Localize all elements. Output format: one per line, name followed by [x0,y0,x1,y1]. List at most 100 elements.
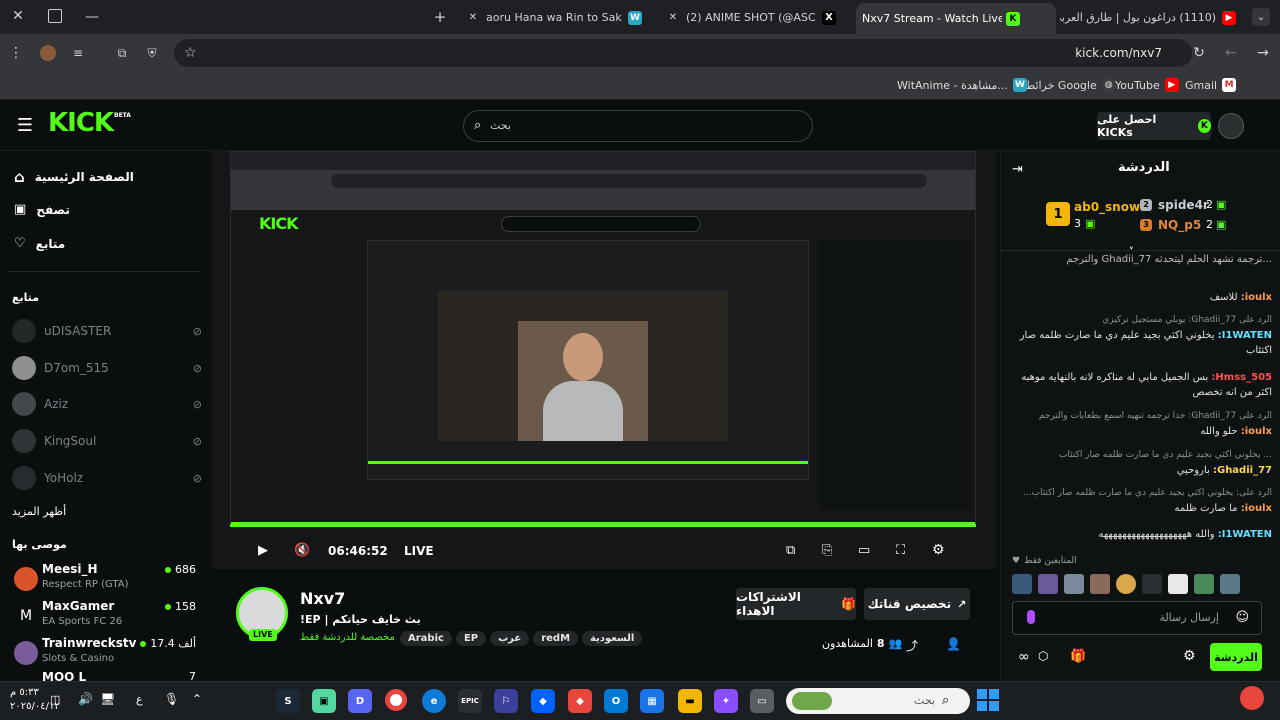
bookmark-witanime[interactable]: WitAnime - مشاهدة... W [897,76,1027,94]
follow-user-icon[interactable]: 👤 [946,637,961,651]
nav-browse[interactable]: ▣ تصفح [14,202,70,217]
steam-app-icon[interactable]: S [276,689,300,713]
chat-settings-icon[interactable]: ⚙ [1183,648,1196,664]
customize-channel-button[interactable]: تخصيص قناتك ↗ [864,588,970,620]
stream-category[interactable]: مخصصة للدردشة فقط [300,632,395,643]
emote-icon[interactable] [1168,574,1188,594]
kick-logo[interactable]: KICK BETA [48,108,131,138]
leaderboard-name[interactable]: ab0_snow [1074,200,1140,214]
microphone-tray-icon[interactable]: 🎙 [164,692,179,706]
app-icon[interactable]: ▣ [312,689,336,713]
settings-gear-icon[interactable]: ⚙ [932,542,945,558]
followed-channel[interactable]: D7om_515 ⊘ [12,354,202,382]
tab-kaoru-hana[interactable]: ✕ aoru Hana wa Rin to Saku انمي W [460,5,654,30]
tab-anime-shot[interactable]: ✕ (2) ANIME SHOT (@ASCom0) / X X [660,5,850,30]
tag[interactable]: السعودية [582,631,643,646]
emote-icon[interactable] [1220,574,1240,594]
chat-username[interactable]: I1WATEN: [1218,330,1272,341]
edge-app-icon[interactable]: e [422,689,446,713]
shield-extension-icon[interactable]: ⛨ [144,45,160,61]
tag[interactable]: Arabic [400,631,452,646]
app-icon[interactable]: ▭ [750,689,774,713]
close-tab-icon[interactable]: ✕ [666,12,680,23]
pip-icon[interactable]: ⧉ [786,543,795,558]
gift-box-icon[interactable]: 🎁 [1070,649,1086,664]
tab-dragonball[interactable]: ▶ (1110) دراغون بول | طارق العربي [1060,5,1242,30]
discord-app-icon[interactable]: D [348,689,372,713]
file-explorer-icon[interactable]: ▬ [678,689,702,713]
chat-username[interactable]: I1WATEN: [1218,529,1272,540]
video-player[interactable]: KICK ▶ 🔇 06:46:52 LIVE ⧉ ⎘ ▭ ⛶ ⚙ [212,151,996,569]
profile-avatar[interactable] [40,45,56,61]
app-icon[interactable]: ◆ [568,689,592,713]
send-chat-button[interactable]: الدردشة [1210,643,1262,671]
recommended-channel[interactable]: MOO L 7 [12,669,202,681]
followed-channel[interactable]: Aziz ⊘ [12,390,202,418]
play-icon[interactable]: ▶ [258,543,268,558]
leaderboard-name[interactable]: NQ_p5 [1158,218,1201,232]
address-bar[interactable]: kick.com/nxv7 ☆ [174,39,1192,67]
hamburger-menu-icon[interactable]: ☰ [16,115,34,136]
speaker-icon[interactable]: 🔊 [78,692,93,706]
chat-input[interactable]: إرسال رسالة ☺ [1012,601,1262,635]
back-icon[interactable]: → [1254,44,1272,62]
recommended-channel[interactable]: Trainwreckstv Slots & Casino 17.4 ألف [12,635,202,671]
emote-icon[interactable] [1064,574,1084,594]
emote-icon[interactable] [1194,574,1214,594]
chat-username[interactable]: ioulx: [1241,503,1272,514]
widget-icon[interactable] [1240,686,1264,710]
chat-username[interactable]: ioulx: [1241,426,1272,437]
live-progress-bar[interactable] [230,524,976,527]
tab-kick-active[interactable]: Nxv7 Stream - Watch Live on Kick K [856,3,1056,34]
emote-icon[interactable] [1038,574,1058,594]
extensions-icon[interactable]: ⧉ [114,45,130,61]
media-control-icon[interactable]: ≡ [70,45,86,61]
microphone-icon[interactable] [1027,610,1035,624]
recommended-channel[interactable]: M MaxGamer EA Sports FC 26 158 [12,598,202,634]
notification-icon[interactable]: ◫ [50,693,60,706]
copilot-app-icon[interactable]: ✦ [714,689,738,713]
recommended-channel[interactable]: Meesi_H Respect RP (GTA) 686 [12,561,202,597]
chat-username[interactable]: Hmss_505: [1211,372,1272,383]
bookmark-maps[interactable]: خرائط Google ◍ [1025,76,1116,94]
chat-username[interactable]: ioulx: [1241,292,1272,303]
taskbar-search[interactable]: ⌕ بحث [786,688,970,714]
windows-start-icon[interactable] [977,689,999,711]
show-more-link[interactable]: أظهر المزيد [12,505,66,518]
emoji-icon[interactable]: ☺ [1235,610,1249,625]
get-kicks-button[interactable]: احصل على KICKs K [1097,112,1211,140]
emote-icon[interactable] [1116,574,1136,594]
reload-icon[interactable]: ↻ [1190,44,1208,62]
forward-icon[interactable]: ← [1222,44,1240,62]
emote-picker-icon[interactable]: ⬡ [1038,649,1048,663]
outlook-app-icon[interactable]: O [604,689,628,713]
nav-home[interactable]: ⌂ الصفحة الرئيسية [14,168,134,186]
minimize-icon[interactable]: — [84,9,100,25]
chrome-app-icon[interactable] [385,689,407,711]
network-icon[interactable]: 🖥 [100,692,115,706]
dropbox-app-icon[interactable]: ◆ [531,689,555,713]
fullscreen-icon[interactable]: ⛶ [896,543,905,558]
streamer-name[interactable]: Nxv7 [300,589,345,608]
more-menu-icon[interactable]: ⋮ [8,45,24,61]
mute-icon[interactable]: 🔇 [294,543,310,558]
tag[interactable]: عرب [490,631,530,646]
tag[interactable]: EP [455,631,487,646]
chat-username[interactable]: Ghadii_77: [1213,465,1272,476]
live-indicator[interactable]: LIVE [404,544,434,558]
new-tab-icon[interactable]: + [432,8,448,26]
followed-channel[interactable]: KingSoul ⊘ [12,427,202,455]
bookmark-youtube[interactable]: YouTube ▶ [1115,76,1179,94]
theater-mode-icon[interactable]: ▭ [858,543,870,558]
collapse-chat-icon[interactable]: ⇥ [1012,162,1023,177]
user-avatar[interactable] [1218,113,1244,139]
close-window-icon[interactable]: ✕ [10,8,26,24]
store-app-icon[interactable]: ▦ [640,689,664,713]
emote-icon[interactable] [1090,574,1110,594]
search-box[interactable]: ⌕ بحث [463,110,813,142]
tab-search-icon[interactable]: ⌄ [1252,8,1270,26]
nav-following[interactable]: ♡ متابع [14,236,65,251]
emote-icon[interactable] [1012,574,1032,594]
followed-channel[interactable]: uDISASTER ⊘ [12,317,202,345]
tag[interactable]: redM [533,631,579,646]
